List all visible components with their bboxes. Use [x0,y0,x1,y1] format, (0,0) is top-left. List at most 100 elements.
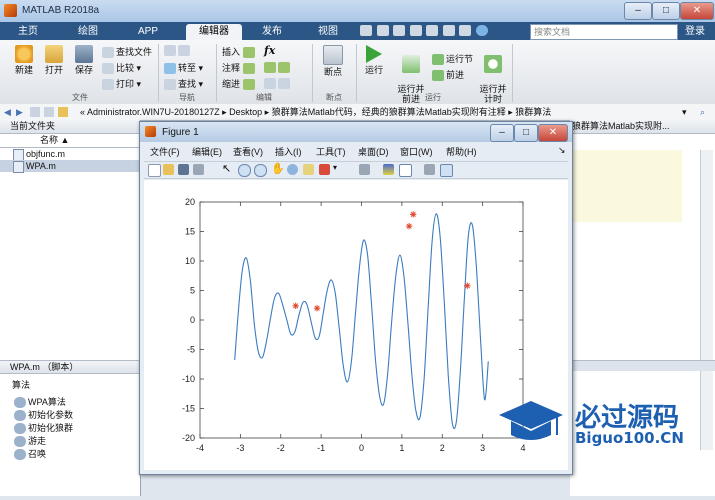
tab-publish[interactable]: 发布 [250,24,294,40]
tab-plots[interactable]: 绘图 [66,24,110,40]
data-point-marker [409,211,417,218]
close-button[interactable]: ✕ [680,2,714,20]
zoom-in-icon[interactable] [238,164,251,177]
name-column-header[interactable]: 名称 ▲ [0,134,140,148]
x-tick-label: 2 [440,443,445,453]
percent-icon[interactable] [264,62,276,74]
forward-arrow-icon[interactable]: ▶ [16,104,23,120]
legend-icon[interactable] [399,164,412,177]
breadcrumb-item[interactable]: 狼群算法Matlab代码，经典的狼群算法Matlab实现附有注释 [272,107,506,117]
breadcrumb-item[interactable]: Administrator.WIN7U-20180127Z [87,107,220,117]
section-item[interactable]: WPA算法 [14,396,134,409]
details-section-list: WPA算法 初始化参数 初始化狼群 游走 召唤 [14,396,134,461]
breadcrumb-item[interactable]: Desktop [229,107,262,117]
watermark-url: Biguo100.CN [575,429,684,447]
indent-label: 缩进 [222,79,241,89]
save-figure-icon[interactable] [178,164,189,175]
back-arrow-icon[interactable]: ◀ [4,104,11,120]
help-icon[interactable] [475,25,488,37]
new-figure-icon[interactable] [148,164,161,177]
path-dropdown-icon[interactable]: ▾ [682,104,687,120]
decrease-indent-icon[interactable] [278,78,290,90]
section-item[interactable]: 游走 [14,435,134,448]
show-plot-tools-icon[interactable] [440,164,453,177]
file-item-selected[interactable]: WPA.m [0,160,140,173]
tab-apps[interactable]: APP [126,24,170,40]
brush-icon[interactable] [319,164,330,175]
file-item[interactable]: objfunc.m [0,148,140,161]
editor-tab[interactable]: 狼群算法Matlab实现附... [570,120,715,134]
menu-file[interactable]: 文件(F) [150,145,180,158]
breakpoints-icon [323,45,343,65]
figure-minimize-button[interactable]: – [490,124,514,142]
goto-button[interactable]: 转至 ▾ [164,61,203,75]
y-tick-label: 20 [185,197,195,207]
breakpoints-button[interactable]: 断点 [318,45,348,78]
open-button[interactable]: 打开 [38,45,70,76]
pan-icon[interactable]: ✋ [271,162,285,175]
data-cursor-icon[interactable] [303,164,314,175]
find-files-button[interactable]: 查找文件 [102,45,152,59]
section-item[interactable]: 初始化狼群 [14,422,134,435]
advance-button[interactable]: 前进 [432,68,464,82]
y-tick-label: -15 [182,404,195,414]
browse-folder-icon[interactable] [44,107,54,117]
menu-window[interactable]: 窗口(W) [400,145,433,158]
menu-view[interactable]: 查看(V) [233,145,263,158]
print-figure-icon[interactable] [193,164,204,175]
menu-help[interactable]: 帮助(H) [446,145,477,158]
redo-icon[interactable] [442,25,455,37]
zoom-out-icon[interactable] [254,164,267,177]
indent-button[interactable]: 缩进 [222,77,257,91]
save-icon[interactable] [360,25,372,37]
insert-button[interactable]: 插入 [222,45,257,59]
increase-indent-icon[interactable] [264,78,276,90]
save-button[interactable]: 保存 [68,45,100,76]
comment-button[interactable]: 注释 [222,61,257,75]
cut-icon[interactable] [376,25,389,37]
print-button[interactable]: 打印 ▾ [102,77,141,91]
new-button[interactable]: 新建 [8,45,40,76]
tab-view[interactable]: 视图 [306,24,350,40]
compare-button[interactable]: 比较 ▾ [102,61,141,75]
menu-tools[interactable]: 工具(T) [316,145,346,158]
switch-windows-icon[interactable] [459,25,472,37]
search-docs-input[interactable]: 搜索文档 [530,24,678,40]
run-section-button[interactable]: 运行节 [432,52,473,66]
copy-icon[interactable] [393,25,406,37]
brush-dropdown-icon[interactable]: ▾ [333,163,337,172]
find-button[interactable]: 查找 ▾ [164,77,203,91]
breadcrumb-item[interactable]: 狼群算法 [515,107,551,117]
open-file-icon[interactable] [163,164,174,175]
print-label: 打印 [116,79,135,89]
colorbar-icon[interactable] [383,164,394,175]
y-tick-label: 10 [185,256,195,266]
section-item[interactable]: 召唤 [14,448,134,461]
maximize-button[interactable]: □ [652,2,680,20]
back-forward-buttons[interactable] [164,45,192,57]
tab-editor[interactable]: 编辑器 [186,24,242,40]
undo-icon[interactable] [426,25,439,37]
menu-insert[interactable]: 插入(I) [275,145,302,158]
dock-arrow-icon[interactable]: ↘ [558,145,566,156]
pointer-icon[interactable]: ↖ [222,162,231,175]
breadcrumb-overflow[interactable]: « [80,107,85,117]
paste-icon[interactable] [409,25,422,37]
insert-function-button[interactable]: fx [264,44,275,57]
link-plot-icon[interactable] [359,164,370,175]
tab-home[interactable]: 主页 [6,24,50,40]
figure-close-button[interactable]: ✕ [538,124,568,142]
menu-edit[interactable]: 编辑(E) [192,145,222,158]
search-folder-icon[interactable]: ⌕ [700,104,705,120]
wrap-comment-icon[interactable] [278,62,290,74]
sign-in-link[interactable]: 登录 [678,24,712,40]
hide-plot-tools-icon[interactable] [424,164,435,175]
figure-title: Figure 1 [162,127,199,138]
figure-maximize-button[interactable]: □ [514,124,538,142]
up-folder-icon[interactable] [30,107,40,117]
rotate-3d-icon[interactable] [287,164,298,175]
run-button[interactable]: 运行 [360,45,388,76]
menu-desktop[interactable]: 桌面(D) [358,145,389,158]
minimize-button[interactable]: – [624,2,652,20]
section-item[interactable]: 初始化参数 [14,409,134,422]
